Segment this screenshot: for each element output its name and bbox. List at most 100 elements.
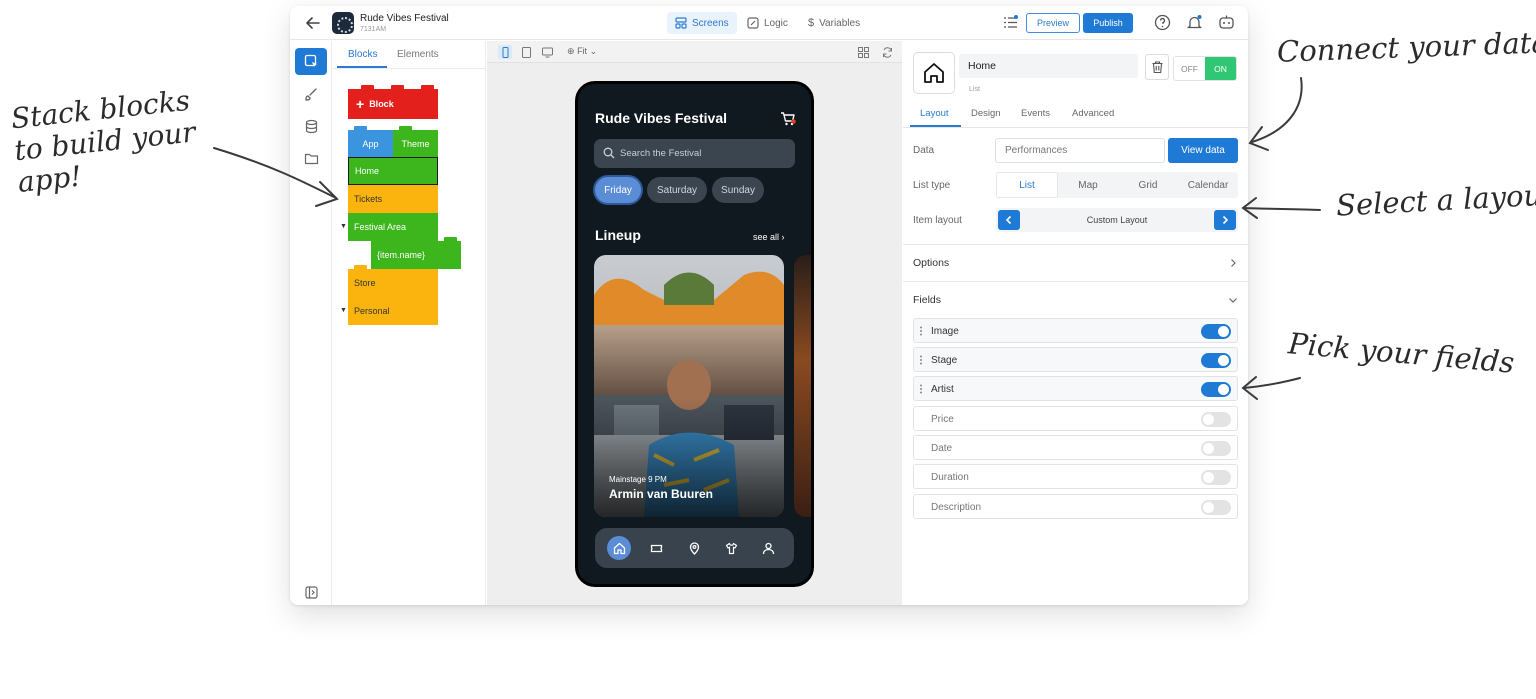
screen-block-home[interactable]: Home — [348, 157, 438, 185]
field-toggle-artist[interactable] — [1201, 382, 1231, 397]
nav-map-button[interactable] — [682, 536, 706, 560]
component-name-input[interactable]: Home — [959, 54, 1138, 78]
tab-events[interactable]: Events — [1021, 108, 1050, 119]
section-divider — [903, 281, 1248, 282]
chevron-down-icon[interactable] — [1228, 295, 1238, 305]
device-phone-button[interactable] — [498, 45, 512, 59]
list-type-grid[interactable]: Grid — [1118, 172, 1178, 198]
lineup-card-next[interactable] — [794, 255, 811, 517]
tab-layout[interactable]: Layout — [920, 108, 949, 119]
list-type-map[interactable]: Map — [1058, 172, 1118, 198]
tab-blocks[interactable]: Blocks — [348, 49, 377, 60]
back-arrow-icon[interactable] — [304, 14, 322, 32]
list-type-list[interactable]: List — [996, 172, 1058, 198]
phone-icon — [502, 46, 508, 58]
chevron-right-icon: › — [781, 232, 785, 242]
refresh-icon — [882, 46, 892, 58]
view-data-button[interactable]: View data — [1168, 138, 1238, 163]
toggle-off-option[interactable]: OFF — [1174, 57, 1205, 80]
zoom-select[interactable]: ⊕ Fit ⌄ — [567, 46, 597, 57]
theme-block[interactable]: Theme — [393, 126, 438, 157]
publish-button[interactable]: Publish — [1083, 13, 1133, 33]
field-name: Image — [931, 326, 959, 337]
device-desktop-button[interactable] — [540, 45, 554, 59]
rail-design-button[interactable] — [295, 81, 327, 108]
field-toggle-description[interactable] — [1201, 500, 1231, 515]
field-row-price[interactable]: Price — [913, 406, 1238, 431]
callout-pick-fields: Pick your fields — [1286, 326, 1516, 380]
field-row-date[interactable]: Date — [913, 435, 1238, 460]
help-icon[interactable] — [1154, 14, 1171, 31]
checklist-icon[interactable] — [1002, 14, 1019, 31]
grid-toggle-button[interactable] — [856, 45, 870, 59]
item-layout-prev-button[interactable] — [998, 210, 1020, 230]
expand-festival-area-icon[interactable]: ▼ — [340, 223, 347, 230]
day-chip-saturday[interactable]: Saturday — [647, 177, 707, 203]
rail-select-button[interactable] — [295, 48, 327, 75]
tshirt-icon — [725, 542, 737, 554]
screen-block-personal-label: Personal — [354, 306, 390, 316]
bell-icon[interactable] — [1186, 14, 1203, 31]
app-block[interactable]: App — [348, 126, 393, 157]
field-toggle-price[interactable] — [1201, 412, 1231, 427]
tab-screens-label: Screens — [692, 17, 729, 29]
screen-block-festival-area[interactable]: Festival Area — [348, 213, 438, 241]
nav-profile-button[interactable] — [756, 536, 780, 560]
cart-icon[interactable] — [780, 111, 796, 127]
theme-block-label: Theme — [401, 138, 430, 149]
data-source-input[interactable]: Performances — [995, 138, 1165, 163]
screen-block-festival-area-label: Festival Area — [354, 222, 407, 232]
phone-preview: Rude Vibes Festival Search the Festival … — [575, 81, 814, 587]
phone-search-bar[interactable]: Search the Festival — [594, 139, 795, 168]
drag-handle-icon[interactable] — [919, 384, 923, 394]
fields-section-title[interactable]: Fields — [913, 294, 941, 306]
screen-block-item-name[interactable]: {item.name} — [371, 237, 461, 269]
add-block-button[interactable]: + Block — [348, 85, 438, 119]
tab-screens[interactable]: Screens — [667, 12, 737, 34]
preview-button[interactable]: Preview — [1026, 13, 1080, 33]
visibility-toggle[interactable]: OFF ON — [1173, 56, 1237, 81]
nav-tickets-button[interactable] — [644, 536, 668, 560]
tab-advanced[interactable]: Advanced — [1072, 108, 1114, 119]
home-icon — [613, 542, 625, 554]
field-row-duration[interactable]: Duration — [913, 464, 1238, 489]
drag-handle-icon[interactable] — [919, 326, 923, 336]
options-section-title[interactable]: Options — [913, 257, 949, 269]
lineup-card[interactable]: Mainstage 9 PM Armin van Buuren — [594, 255, 784, 517]
field-row-image[interactable]: Image — [913, 318, 1238, 343]
see-all-link[interactable]: see all › — [753, 232, 785, 242]
field-toggle-image[interactable] — [1201, 324, 1231, 339]
field-row-artist[interactable]: Artist — [913, 376, 1238, 401]
list-type-calendar[interactable]: Calendar — [1178, 172, 1238, 198]
nav-home-button[interactable] — [607, 536, 631, 560]
drag-handle-icon[interactable] — [919, 355, 923, 365]
callout-connect-data: Connect your data — [1276, 25, 1536, 69]
device-tablet-button[interactable] — [519, 45, 533, 59]
field-row-description[interactable]: Description — [913, 494, 1238, 519]
field-toggle-stage[interactable] — [1201, 353, 1231, 368]
expand-personal-icon[interactable]: ▼ — [340, 307, 347, 314]
rail-files-button[interactable] — [295, 145, 327, 172]
field-toggle-date[interactable] — [1201, 441, 1231, 456]
tab-elements[interactable]: Elements — [397, 49, 439, 60]
rail-database-button[interactable] — [295, 113, 327, 140]
field-row-stage[interactable]: Stage — [913, 347, 1238, 372]
chevron-right-icon[interactable] — [1228, 258, 1238, 268]
day-chip-sunday[interactable]: Sunday — [712, 177, 764, 203]
screen-block-tickets[interactable]: Tickets — [348, 185, 438, 213]
refresh-button[interactable] — [880, 45, 894, 59]
assistant-icon[interactable] — [1218, 14, 1235, 31]
screen-block-store[interactable]: Store — [348, 265, 438, 297]
tab-logic[interactable]: Logic — [739, 12, 796, 34]
toggle-on-option[interactable]: ON — [1205, 57, 1236, 80]
tab-design[interactable]: Design — [971, 108, 1001, 119]
rail-collapse-button[interactable] — [295, 579, 327, 605]
field-toggle-duration[interactable] — [1201, 470, 1231, 485]
logic-icon — [747, 17, 759, 29]
delete-button[interactable] — [1145, 54, 1169, 80]
tab-variables[interactable]: $ Variables — [800, 12, 868, 34]
screen-block-personal[interactable]: Personal — [348, 297, 438, 325]
day-chip-friday[interactable]: Friday — [595, 177, 641, 203]
item-layout-next-button[interactable] — [1214, 210, 1236, 230]
nav-store-button[interactable] — [719, 536, 743, 560]
